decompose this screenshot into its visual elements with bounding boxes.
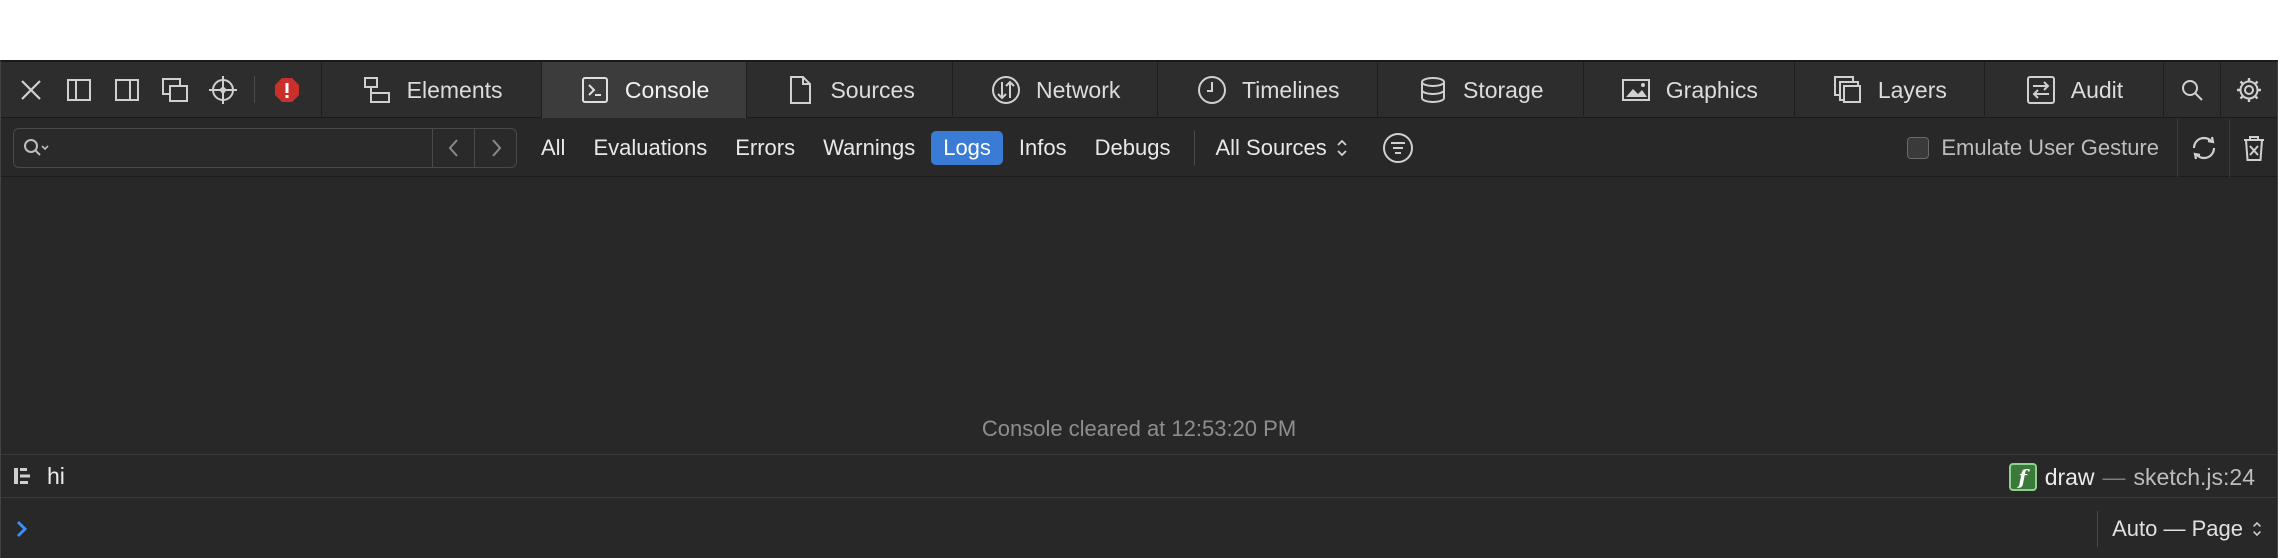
tab-label: Sources — [830, 76, 915, 103]
tab-console[interactable]: Console — [540, 62, 747, 118]
close-icon — [21, 80, 41, 100]
toolbar-divider — [254, 76, 256, 103]
sources-select[interactable]: All Sources — [1207, 135, 1356, 161]
up-down-chevron-icon — [2253, 521, 2261, 537]
level-infos-button[interactable]: Infos — [1007, 131, 1079, 165]
timelines-icon — [1197, 76, 1226, 104]
dock-left-button[interactable] — [55, 62, 103, 118]
call-frame-link[interactable]: f draw — sketch.js:24 — [2008, 455, 2255, 499]
filter-lines-icon — [1382, 133, 1413, 163]
tab-label: Timelines — [1241, 76, 1340, 103]
inspect-crosshair-icon — [208, 76, 237, 104]
clear-console-button[interactable] — [2229, 119, 2277, 177]
refresh-cycle-icon — [2192, 136, 2215, 160]
level-debugs-button[interactable]: Debugs — [1083, 131, 1183, 165]
console-icon — [581, 77, 608, 103]
settings-button[interactable] — [2220, 62, 2277, 118]
level-errors-button[interactable]: Errors — [723, 131, 807, 165]
tab-network[interactable]: Network — [951, 62, 1158, 118]
web-inspector: Elements Console Sources Network Timelin… — [0, 60, 2278, 558]
tab-label: Layers — [1877, 76, 1947, 103]
call-frame-function: draw — [2044, 463, 2095, 490]
log-message-text: hi — [47, 462, 65, 489]
level-filter-group: All Evaluations Errors Warnings Logs Inf… — [529, 128, 1415, 168]
level-all-button[interactable]: All — [529, 131, 577, 165]
filter-input[interactable] — [60, 130, 432, 166]
tab-label: Storage — [1462, 76, 1544, 103]
tab-label: Audit — [2070, 76, 2124, 103]
level-evaluations-button[interactable]: Evaluations — [581, 131, 719, 165]
prompt-chevron-icon — [16, 520, 28, 538]
message-grouping-button[interactable] — [1381, 131, 1415, 165]
execution-context-label: Auto — Page — [2112, 516, 2243, 541]
error-indicator-icon — [275, 78, 300, 102]
filter-bar: All Evaluations Errors Warnings Logs Inf… — [1, 119, 2277, 177]
dock-left-icon — [66, 79, 91, 101]
tab-label: Graphics — [1665, 76, 1758, 103]
tab-graphics[interactable]: Graphics — [1582, 62, 1795, 118]
sources-icon — [790, 76, 812, 104]
search-icon — [24, 139, 49, 156]
chevron-right-icon — [491, 139, 501, 157]
tab-bar: Elements Console Sources Network Timelin… — [1, 62, 2277, 118]
detach-window-icon — [161, 78, 188, 102]
console-filter-search — [13, 128, 517, 168]
console-log-message: hi f draw — sketch.js:24 — [1, 454, 2277, 498]
filter-divider — [1194, 131, 1196, 165]
up-down-chevron-icon — [1337, 139, 1347, 157]
sources-select-label: All Sources — [1215, 135, 1327, 160]
tab-timelines[interactable]: Timelines — [1157, 62, 1377, 118]
preserve-log-button[interactable] — [2177, 119, 2229, 177]
gear-icon — [2237, 78, 2262, 102]
layers-icon — [1833, 76, 1861, 103]
audit-icon — [2026, 76, 2055, 104]
chevron-left-icon — [448, 139, 458, 157]
console-prompt: Auto — Page — [1, 499, 2277, 558]
tab-elements[interactable]: Elements — [321, 62, 541, 118]
call-frame-location: sketch.js:24 — [2133, 463, 2255, 490]
trash-icon — [2243, 136, 2264, 161]
console-prompt-input[interactable] — [45, 509, 2277, 549]
call-frame-separator: — — [2102, 463, 2126, 490]
search-icon — [2182, 80, 2203, 101]
previous-result-button[interactable] — [432, 129, 474, 167]
close-button[interactable] — [7, 62, 55, 118]
tab-label: Network — [1036, 76, 1121, 103]
tab-label: Elements — [406, 76, 503, 103]
tab-layers[interactable]: Layers — [1794, 62, 1984, 118]
detach-window-button[interactable] — [151, 62, 199, 118]
tab-sources[interactable]: Sources — [746, 62, 952, 118]
search-button[interactable] — [2163, 62, 2220, 118]
error-indicator-button[interactable] — [263, 62, 311, 118]
level-logs-button[interactable]: Logs — [931, 131, 1003, 165]
tab-label: Console — [624, 76, 710, 103]
tab-storage[interactable]: Storage — [1377, 62, 1583, 118]
inspect-element-button[interactable] — [199, 62, 247, 118]
tab-audit[interactable]: Audit — [1983, 62, 2164, 118]
storage-icon — [1420, 77, 1445, 103]
network-icon — [992, 76, 1021, 104]
execution-context-select[interactable]: Auto — Page — [2097, 511, 2263, 547]
log-level-icon — [14, 468, 30, 484]
function-icon: f — [2008, 463, 2037, 491]
graphics-icon — [1621, 79, 1650, 101]
level-warnings-button[interactable]: Warnings — [811, 131, 927, 165]
filter-bar-right: Emulate User Gesture — [1907, 119, 2277, 177]
dock-right-button[interactable] — [103, 62, 151, 118]
elements-icon — [363, 77, 390, 103]
search-options-button[interactable] — [14, 129, 60, 167]
dock-right-icon — [114, 79, 139, 101]
emulate-user-gesture-label: Emulate User Gesture — [1941, 135, 2159, 160]
console-cleared-message: Console cleared at 12:53:20 PM — [981, 416, 1297, 441]
next-result-button[interactable] — [474, 129, 516, 167]
emulate-user-gesture-checkbox[interactable] — [1907, 137, 1930, 159]
